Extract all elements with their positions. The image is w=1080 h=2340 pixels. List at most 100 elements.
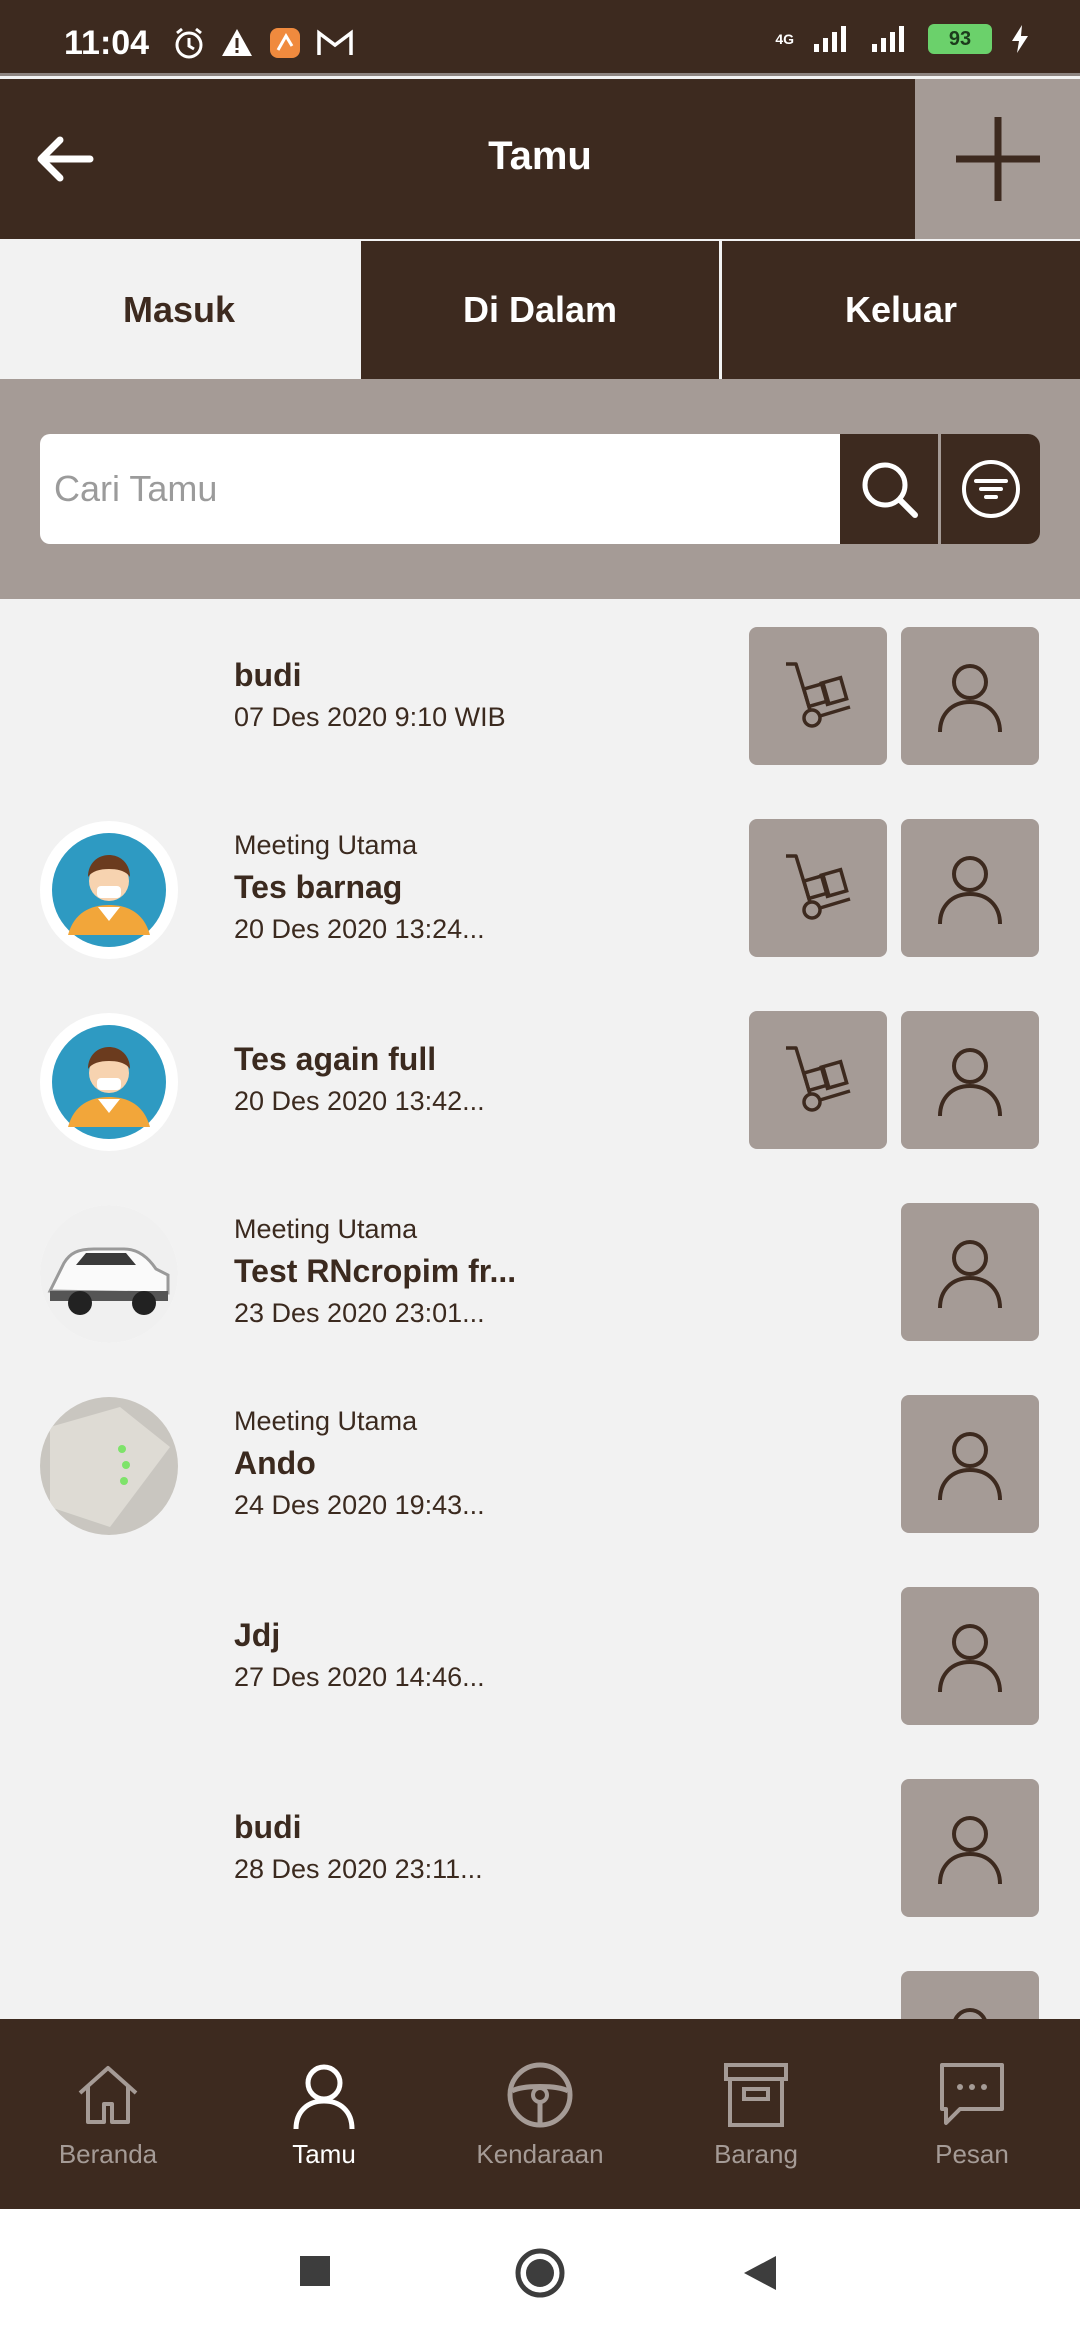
avatar — [40, 821, 178, 959]
guest-name: budi — [234, 1809, 302, 1845]
person-icon — [938, 856, 1002, 925]
person-icon — [938, 1816, 1002, 1885]
steering-wheel-icon — [507, 2062, 573, 2127]
car-photo-icon — [40, 1205, 178, 1343]
person-icon — [293, 2064, 355, 2129]
list-item[interactable]: Meeting Utama Ando 24 Des 2020 19:43... — [0, 1367, 1080, 1559]
list-item[interactable]: budi 07 Des 2020 9:10 WIB — [0, 599, 1080, 791]
list-item[interactable]: Tes again full 20 Des 2020 13:42... — [0, 983, 1080, 1175]
app-notification-icon — [270, 28, 300, 58]
list-item[interactable]: Meeting Utama Tes barnag 20 Des 2020 13:24… — [0, 791, 1080, 983]
filter-icon — [961, 460, 1020, 518]
chat-icon — [940, 2062, 1004, 2125]
hand-truck-icon — [786, 854, 851, 920]
guest-location: Meeting Utama — [234, 829, 418, 860]
guest-list: budi 07 Des 2020 9:10 WIB Meeting Utama Tes… — [0, 599, 1080, 2019]
guest-detail-button[interactable] — [901, 627, 1039, 765]
guest-info: Tes again full 20 Des 2020 13:42... — [234, 983, 485, 1175]
guest-info: Jdj 27 Des 2020 14:46... — [234, 1559, 485, 1751]
guest-name: budi — [234, 657, 302, 693]
guest-location: Meeting Utama — [234, 1213, 418, 1244]
gmail-icon — [317, 29, 353, 55]
tab-masuk[interactable]: Masuk — [0, 241, 358, 379]
person-icon — [938, 1240, 1002, 1309]
person-icon — [938, 1624, 1002, 1693]
list-item[interactable]: Meeting Utama Test RNcropim fr... 23 Des 2… — [0, 1175, 1080, 1367]
bottom-navigation: Beranda Tamu Kendaraan Barang Pesan — [0, 2019, 1080, 2209]
home-button[interactable] — [514, 2247, 566, 2299]
hand-truck-icon — [786, 662, 851, 728]
recents-button[interactable] — [298, 2254, 332, 2288]
nav-label: Pesan — [935, 2138, 1009, 2169]
signal-icon-2 — [872, 26, 904, 52]
guest-location: Meeting Utama — [234, 1405, 418, 1436]
avatar — [40, 1013, 178, 1151]
device-photo-icon — [40, 1397, 178, 1535]
guest-date: 23 Des 2020 23:01... — [234, 1297, 485, 1328]
avatar — [40, 1397, 178, 1535]
nav-tamu[interactable]: Tamu — [216, 2019, 432, 2209]
guest-date: 24 Des 2020 19:43... — [234, 1489, 485, 1520]
guest-detail-button[interactable] — [901, 1587, 1039, 1725]
guest-detail-button[interactable] — [901, 1203, 1039, 1341]
status-time: 11:04 — [64, 24, 150, 62]
status-bar: 11:04 4G 93 — [0, 0, 1080, 76]
plus-icon — [955, 117, 1040, 201]
battery-indicator: 93 — [928, 24, 992, 54]
list-item[interactable]: budi 28 Des 2020 23:11... — [0, 1751, 1080, 1943]
archive-box-icon — [724, 2062, 788, 2127]
guest-detail-button[interactable] — [901, 1011, 1039, 1149]
goods-button[interactable] — [749, 627, 887, 765]
back-nav-button[interactable] — [742, 2254, 778, 2292]
search-placeholder: Cari Tamu — [54, 468, 218, 509]
hand-truck-icon — [786, 1046, 851, 1112]
nav-label: Beranda — [58, 2138, 158, 2169]
nav-beranda[interactable]: Beranda — [0, 2019, 216, 2209]
guest-detail-button[interactable] — [901, 819, 1039, 957]
guest-name: Test RNcropim fr... — [234, 1252, 517, 1289]
guest-date: 28 Des 2020 23:11... — [234, 1854, 483, 1884]
system-navigation-bar — [0, 2209, 1080, 2340]
nav-pesan[interactable]: Pesan — [864, 2019, 1080, 2209]
guest-detail-button[interactable] — [901, 1395, 1039, 1533]
guest-name: Ando — [234, 1444, 316, 1481]
guest-date: 27 Des 2020 14:46... — [234, 1662, 485, 1692]
nav-label: Barang — [714, 2138, 798, 2169]
guest-detail-button[interactable] — [901, 1779, 1039, 1917]
guest-date: 20 Des 2020 13:24... — [234, 913, 485, 944]
goods-button[interactable] — [749, 819, 887, 957]
avatar-man-icon — [52, 833, 166, 947]
signal-icon — [814, 26, 846, 52]
list-item[interactable]: Jdj 27 Des 2020 14:46... — [0, 1559, 1080, 1751]
tab-di-dalam[interactable]: Di Dalam — [358, 241, 719, 379]
guest-date: 07 Des 2020 9:10 WIB — [234, 702, 506, 732]
nav-label: Tamu — [292, 2138, 356, 2169]
tab-keluar[interactable]: Keluar — [719, 241, 1080, 379]
nav-barang[interactable]: Barang — [648, 2019, 864, 2209]
guest-name: Tes barnag — [234, 868, 403, 905]
guest-info: Meeting Utama — [234, 1943, 417, 2019]
avatar-man-icon — [52, 1025, 166, 1139]
list-item[interactable]: Meeting Utama — [0, 1943, 1080, 2019]
guest-name: Jdj — [234, 1617, 281, 1653]
goods-button[interactable] — [749, 1011, 887, 1149]
search-button[interactable] — [840, 434, 938, 544]
guest-info: Meeting Utama Test RNcropim fr... 23 Des 2… — [234, 1175, 516, 1367]
person-icon — [938, 1048, 1002, 1117]
guest-detail-button[interactable] — [901, 1971, 1039, 2019]
guest-info: Meeting Utama Ando 24 Des 2020 19:43... — [234, 1367, 485, 1559]
search-icon — [862, 462, 918, 518]
app-bar: Tamu — [0, 79, 1080, 239]
person-icon — [938, 664, 1002, 733]
filter-button[interactable] — [941, 434, 1040, 544]
person-icon — [953, 2008, 987, 2019]
add-guest-button[interactable] — [915, 79, 1080, 239]
home-icon — [78, 2065, 138, 2124]
search-input[interactable]: Cari Tamu — [40, 434, 840, 544]
nav-label: Kendaraan — [476, 2138, 604, 2169]
nav-kendaraan[interactable]: Kendaraan — [432, 2019, 648, 2209]
tab-bar: Masuk Di Dalam Keluar — [0, 239, 1080, 379]
network-type: 4G — [775, 31, 794, 47]
guest-info: Meeting Utama Tes barnag 20 Des 2020 13:24… — [234, 791, 485, 983]
guest-name: Tes again full — [234, 1041, 437, 1077]
